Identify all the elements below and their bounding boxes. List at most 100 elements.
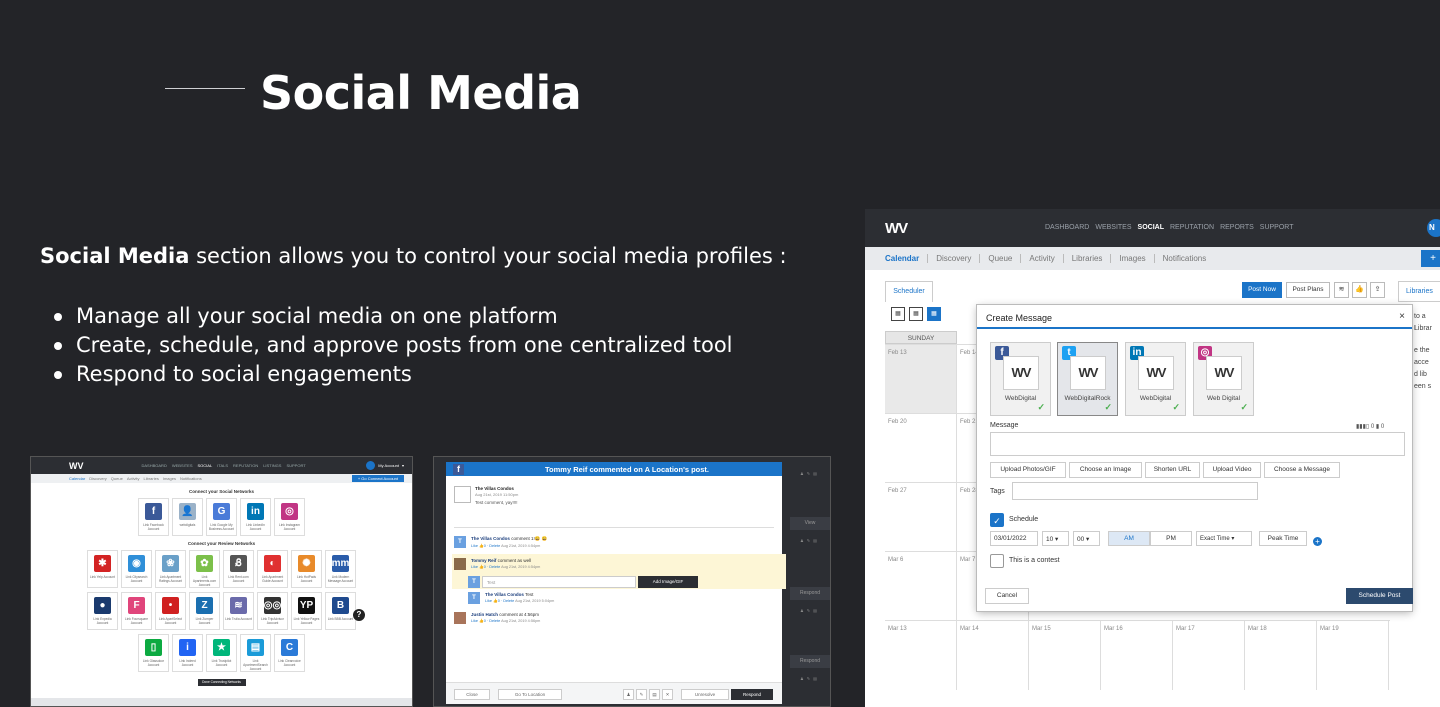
pm-toggle[interactable]: PM bbox=[1150, 531, 1192, 546]
add-time-icon[interactable]: + bbox=[1313, 537, 1322, 546]
nav-item[interactable]: WEBSITES bbox=[172, 463, 193, 468]
rss-icon[interactable]: ≋ bbox=[1334, 282, 1349, 298]
upload-video-button[interactable]: Upload Video bbox=[1203, 462, 1261, 478]
network-tile[interactable]: F Link Foursquare Account bbox=[121, 592, 152, 630]
network-tile[interactable]: ≋ Link Trulia Account bbox=[223, 592, 254, 630]
contest-checkbox[interactable] bbox=[990, 554, 1004, 568]
tab-item[interactable]: Discovery bbox=[89, 476, 107, 481]
calendar-day[interactable]: Mar 15 bbox=[1029, 621, 1101, 690]
calendar-day[interactable]: Mar 6 bbox=[885, 552, 957, 621]
nav-item[interactable]: SOCIAL bbox=[1138, 224, 1164, 231]
thumbs-up-icon[interactable]: 👍 bbox=[1352, 282, 1367, 298]
reply-input[interactable]: Test bbox=[482, 576, 636, 588]
close-button[interactable]: Close bbox=[454, 689, 490, 700]
nav-item[interactable]: REPUTATION bbox=[233, 463, 258, 468]
comment-actions[interactable]: Like 👍0 · Delete bbox=[471, 544, 500, 548]
comment-meta[interactable]: Like 👍0 · Delete Aug 21st, 2019 4:54pm bbox=[454, 564, 784, 569]
calendar-day[interactable]: Mar 18 bbox=[1245, 621, 1317, 690]
network-tile[interactable]: G Link Google My Business Account bbox=[206, 498, 237, 536]
calendar-week-icon[interactable]: ▦ bbox=[909, 307, 923, 321]
network-tile[interactable]: f Link Facebook Account bbox=[138, 498, 169, 536]
network-tile[interactable]: YP Link Yellow Pages Account bbox=[291, 592, 322, 630]
shorten-url-button[interactable]: Shorten URL bbox=[1145, 462, 1200, 478]
network-tile[interactable]: C Link Cleanvoice Account bbox=[274, 634, 305, 672]
comment-actions[interactable]: Like 👍0 · Delete bbox=[471, 619, 500, 623]
nav-item[interactable]: DASHBOARD bbox=[142, 463, 167, 468]
calendar-day-icon[interactable]: ▦ bbox=[891, 307, 905, 321]
network-tile[interactable]: ★ Link Trustpilot Account bbox=[206, 634, 237, 672]
tab-libraries[interactable]: Libraries bbox=[1398, 281, 1440, 302]
tab-scheduler[interactable]: Scheduler bbox=[885, 281, 933, 302]
upload-icon[interactable]: ⇪ bbox=[1370, 282, 1385, 298]
add-button[interactable]: + bbox=[1421, 250, 1440, 267]
network-tile[interactable]: ✱ Link Yelp Account bbox=[87, 550, 118, 588]
person-icon[interactable]: ♟ bbox=[623, 689, 634, 700]
comment-author[interactable]: Tommy Reif bbox=[471, 558, 496, 563]
comment-author[interactable]: The Villas Condos bbox=[485, 592, 524, 597]
minute-select[interactable]: 00 ▾ bbox=[1073, 531, 1100, 546]
network-tile[interactable]: ◐ Link Apartment Guide Account bbox=[257, 550, 288, 588]
tab-item[interactable]: Images bbox=[163, 476, 176, 481]
network-tile[interactable]: Z Link Zumper Account bbox=[189, 592, 220, 630]
archive-icon[interactable]: ▤ bbox=[649, 689, 660, 700]
close-icon[interactable]: × bbox=[1399, 311, 1405, 322]
tab-item[interactable]: Queue bbox=[111, 476, 123, 481]
tags-input[interactable] bbox=[1012, 482, 1258, 500]
tag-icon[interactable]: ✎ bbox=[636, 689, 647, 700]
schedule-checkbox[interactable]: ✓ bbox=[990, 513, 1004, 527]
network-tile[interactable]: ◉ Link Citysearch Account bbox=[121, 550, 152, 588]
calendar-day[interactable]: Feb 27 bbox=[885, 483, 957, 552]
tab-item[interactable]: Queue bbox=[980, 254, 1022, 263]
calendar-day[interactable]: Feb 13 bbox=[885, 345, 957, 414]
calendar-day[interactable]: Mar 14 bbox=[957, 621, 1029, 690]
tab-item[interactable]: Discovery bbox=[928, 254, 981, 263]
network-tile[interactable]: B Link BBB Account bbox=[325, 592, 356, 630]
calendar-day[interactable]: Feb 20 bbox=[885, 414, 957, 483]
add-image-button[interactable]: Add Image/GIF bbox=[638, 576, 698, 588]
account-tile[interactable]: in WV WebDigital ✓ bbox=[1125, 342, 1186, 416]
respond-button[interactable]: Respond bbox=[790, 587, 830, 600]
upload-photos-button[interactable]: Upload Photos/GIF bbox=[990, 462, 1066, 478]
nav-item[interactable]: SUPPORT bbox=[1260, 224, 1294, 231]
network-tile[interactable]: • Link ApartSelect Account bbox=[155, 592, 186, 630]
trash-icon[interactable]: ✕ bbox=[662, 689, 673, 700]
comment-actions[interactable]: Like 👍0 · Delete bbox=[471, 565, 500, 569]
network-tile[interactable]: Ᏸ Link Rent.com Account bbox=[223, 550, 254, 588]
nav-item[interactable]: LISTINGS bbox=[263, 463, 281, 468]
comment-author[interactable]: Justin Hatch bbox=[471, 612, 498, 617]
tab-item[interactable]: Libraries bbox=[143, 476, 158, 481]
post-now-button[interactable]: Post Now bbox=[1242, 282, 1282, 298]
network-tile[interactable]: ❀ Link Apartment Ratings Account bbox=[155, 550, 186, 588]
calendar-day[interactable]: Mar 19 bbox=[1317, 621, 1389, 690]
user-avatar[interactable]: N bbox=[1427, 219, 1440, 237]
network-tile[interactable]: mm Link Modern Message Account bbox=[325, 550, 356, 588]
done-connecting-button[interactable]: Done Connecting Networks bbox=[197, 679, 246, 686]
network-tile[interactable]: ▯ Link Glassdoor Account bbox=[138, 634, 169, 672]
network-tile[interactable]: ◎ Link Instagram Account bbox=[274, 498, 305, 536]
hour-select[interactable]: 10 ▾ bbox=[1042, 531, 1069, 546]
exact-time-select[interactable]: Exact Time ▾ bbox=[1196, 531, 1252, 546]
account-tile[interactable]: ◎ WV Web Digital ✓ bbox=[1193, 342, 1254, 416]
nav-item[interactable]: REPUTATION bbox=[1170, 224, 1214, 231]
calendar-day[interactable]: Mar 13 bbox=[885, 621, 957, 690]
comment-actions[interactable]: Like 👍0 · Delete bbox=[485, 599, 514, 603]
tab-item[interactable]: Images bbox=[1111, 254, 1155, 263]
nav-item[interactable]: WEBSITES bbox=[1095, 224, 1131, 231]
calendar-day[interactable]: Mar 17 bbox=[1173, 621, 1245, 690]
comment-meta[interactable]: Like 👍0 · Delete Aug 21st, 2019 4:56pm bbox=[454, 618, 784, 623]
tab-item[interactable]: Notifications bbox=[1155, 254, 1215, 263]
cancel-button[interactable]: Cancel bbox=[985, 588, 1029, 604]
account-tile[interactable]: t WV WebDigitalRock ✓ bbox=[1057, 342, 1118, 416]
calendar-day[interactable]: Mar 16 bbox=[1101, 621, 1173, 690]
network-tile[interactable]: ◎◎ Link TripAdvisor Account bbox=[257, 592, 288, 630]
connect-account-button[interactable]: + Go Connect Account bbox=[351, 475, 404, 482]
tab-item[interactable]: Activity bbox=[127, 476, 140, 481]
comment-meta[interactable]: Like 👍0 · Delete Aug 21st, 2019 5:04pm bbox=[468, 598, 798, 603]
choose-image-button[interactable]: Choose an Image bbox=[1069, 462, 1142, 478]
network-tile[interactable]: ▤ Link ApartmentSearch Account bbox=[240, 634, 271, 672]
respond-button[interactable]: Respond bbox=[731, 689, 773, 700]
nav-item[interactable]: SUPPORT bbox=[286, 463, 305, 468]
choose-message-button[interactable]: Choose a Message bbox=[1264, 462, 1340, 478]
respond-button[interactable]: Respond bbox=[790, 655, 830, 668]
am-toggle[interactable]: AM bbox=[1108, 531, 1150, 546]
